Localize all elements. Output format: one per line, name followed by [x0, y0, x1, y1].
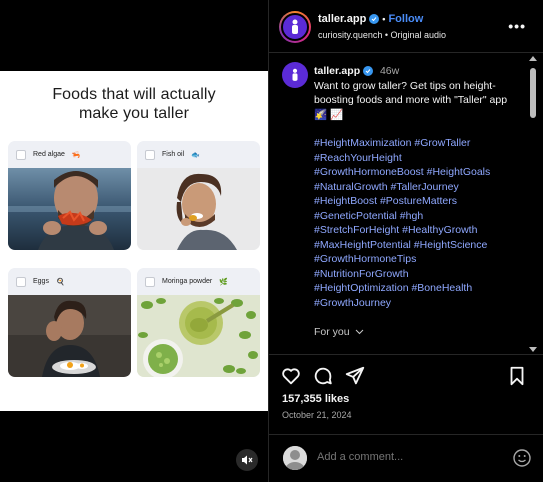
hashtag-line[interactable]: #HeightOptimization #BoneHealth: [314, 281, 522, 296]
bookmark-icon[interactable]: [506, 365, 528, 387]
hashtag-list: #HeightMaximization #GrowTaller #ReachYo…: [314, 136, 522, 310]
mute-button[interactable]: [236, 449, 258, 471]
food-card-moringa: Moringa powder 🌿: [137, 268, 260, 377]
comment-bar: [269, 434, 543, 482]
post-date: October 21, 2024: [282, 410, 352, 420]
checkbox: [145, 149, 155, 160]
likes-count[interactable]: 157,355 likes: [282, 393, 349, 405]
audio-subtitle[interactable]: curiosity.quench • Original audio: [318, 30, 446, 40]
hashtag-line[interactable]: #GeneticPotential #hgh: [314, 209, 522, 224]
shrimp-emoji: 🦐: [71, 151, 81, 159]
verified-badge-icon: [363, 66, 374, 77]
hashtag-line[interactable]: #ReachYourHeight: [314, 151, 522, 166]
comment-input[interactable]: [317, 451, 487, 463]
default-avatar-icon: [283, 446, 307, 470]
food-label: Fish oil: [162, 151, 185, 158]
follow-button[interactable]: Follow: [388, 13, 423, 25]
post-actions: 157,355 likes October 21, 2024: [269, 354, 543, 434]
caption-text: taller.app 46w Want to grow taller? Get …: [314, 64, 522, 310]
hashtag-line[interactable]: #HeightMaximization #GrowTaller: [314, 136, 522, 151]
hashtag-line[interactable]: #GrowthHormoneTips: [314, 252, 522, 267]
chevron-down-icon: [355, 329, 363, 335]
hashtag-line[interactable]: #MaxHeightPotential #HeightScience: [314, 238, 522, 253]
scroll-up-arrow-icon[interactable]: [529, 56, 537, 61]
caption-username[interactable]: taller.app: [314, 65, 360, 77]
caption-area: taller.app 46w Want to grow taller? Get …: [269, 54, 543, 354]
food-card-eggs: Eggs 🍳: [8, 268, 131, 377]
current-user-avatar: [283, 446, 307, 470]
hashtag-line[interactable]: #GrowthHormoneBoost #HeightGoals: [314, 165, 522, 180]
separator-dot: •: [382, 14, 386, 24]
food-label: Eggs: [33, 278, 49, 285]
food-card-fish-oil: Fish oil 🐟: [137, 141, 260, 250]
hashtag-line[interactable]: #HeightBoost #PostureMatters: [314, 194, 522, 209]
media-pane: Foods that will actually make you taller…: [0, 0, 268, 482]
speaker-muted-icon: [242, 455, 253, 465]
more-options-button[interactable]: •••: [508, 18, 526, 34]
scroll-down-arrow-icon[interactable]: [529, 347, 537, 352]
leaf-emoji: 🌿: [219, 278, 228, 286]
post-sidebar: taller.app • Follow curiosity.quench • O…: [268, 0, 543, 482]
man-taking-fish-oil-photo: [137, 168, 260, 250]
post-header: taller.app • Follow curiosity.quench • O…: [269, 0, 543, 53]
person-icon: [292, 19, 298, 34]
man-eating-eggs-photo: [8, 295, 131, 377]
caption-avatar[interactable]: [282, 62, 308, 88]
checkbox: [145, 276, 155, 287]
hashtag-line[interactable]: #GrowthJourney: [314, 296, 522, 311]
post-age: 46w: [379, 65, 400, 77]
header-user-line: taller.app • Follow: [318, 13, 423, 25]
hashtag-line[interactable]: #NaturalGrowth #TallerJourney: [314, 180, 522, 195]
scrollbar-thumb[interactable]: [530, 68, 536, 118]
person-icon: [292, 68, 298, 81]
verified-badge-icon: [369, 14, 380, 24]
caption-body: Want to grow taller? Get tips on height-…: [314, 79, 508, 121]
checkbox: [16, 276, 26, 287]
smiley-icon[interactable]: [512, 448, 532, 468]
food-label: Red algae: [33, 151, 65, 158]
username-link[interactable]: taller.app: [318, 13, 366, 25]
hashtag-line[interactable]: #NutritionForGrowth: [314, 267, 522, 282]
man-eating-algae-photo: [8, 168, 131, 250]
checkbox: [16, 149, 26, 160]
food-label: Moringa powder: [162, 278, 213, 285]
food-card-red-algae: Red algae 🦐: [8, 141, 131, 250]
post-image[interactable]: Foods that will actually make you taller…: [0, 71, 268, 411]
fish-emoji: 🐟: [191, 151, 200, 159]
post-title: Foods that will actually make you taller: [52, 86, 216, 122]
comment-icon[interactable]: [312, 365, 334, 387]
heart-icon[interactable]: [280, 365, 302, 387]
hashtag-line[interactable]: #StretchForHeight #HealthyGrowth: [314, 223, 522, 238]
egg-emoji: 🍳: [55, 278, 65, 286]
caption-scrollbar[interactable]: [528, 56, 538, 352]
avatar[interactable]: [279, 11, 311, 43]
send-icon[interactable]: [344, 365, 366, 387]
for-you-link[interactable]: For you: [314, 326, 364, 338]
moringa-powder-photo: [137, 295, 260, 377]
